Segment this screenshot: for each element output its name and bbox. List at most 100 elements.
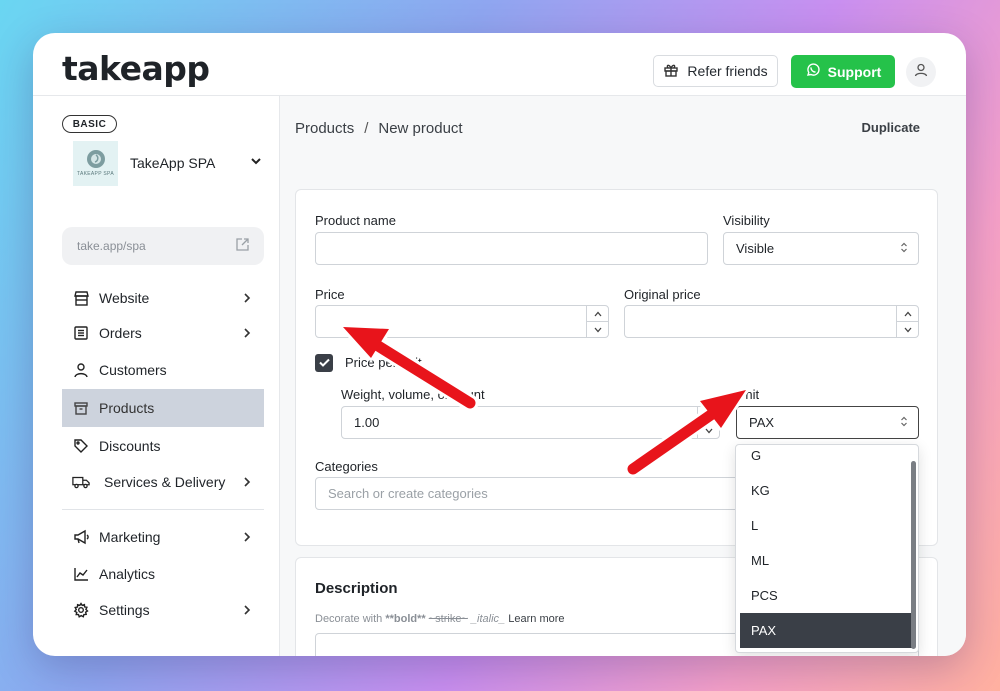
price-input[interactable] — [315, 305, 609, 338]
megaphone-icon — [72, 528, 90, 546]
sidebar-item-orders[interactable]: Orders — [62, 315, 264, 351]
sidebar-item-label: Orders — [99, 325, 142, 341]
sidebar-divider — [62, 509, 264, 510]
sidebar: BASIC TAKEAPP SPA TakeApp SPA take.app/s… — [33, 96, 280, 656]
unit-dropdown-menu: G KG L ML PCS PAX — [735, 444, 919, 653]
stepper-down-icon[interactable] — [698, 423, 719, 438]
stepper-down-icon[interactable] — [587, 322, 608, 337]
weight-volume-count-value: 1.00 — [354, 415, 380, 430]
unit-option-l[interactable]: L — [740, 508, 913, 543]
duplicate-button[interactable]: Duplicate — [861, 120, 920, 135]
unit-option-ml[interactable]: ML — [740, 543, 913, 578]
check-icon — [318, 354, 330, 372]
app-window: takeapp Refer friends Support BASIC TAKE… — [33, 33, 966, 656]
sidebar-item-settings[interactable]: Settings — [62, 592, 264, 628]
sidebar-item-products[interactable]: Products — [62, 389, 264, 427]
description-title: Description — [315, 580, 398, 597]
store-url-text: take.app/spa — [77, 239, 146, 253]
unit-option-g[interactable]: G — [740, 445, 913, 473]
gift-icon — [663, 62, 679, 81]
chevron-down-icon — [249, 154, 263, 173]
breadcrumb-current: New product — [378, 120, 463, 137]
gear-icon — [72, 601, 90, 619]
whatsapp-icon — [805, 62, 821, 81]
unit-value: PAX — [749, 415, 775, 430]
chevron-right-icon — [242, 530, 252, 546]
sidebar-item-label: Customers — [99, 362, 167, 378]
select-arrows-icon — [900, 415, 908, 430]
store-logo-caption: TAKEAPP SPA — [77, 171, 114, 177]
weight-volume-count-input[interactable]: 1.00 — [341, 406, 720, 439]
sidebar-item-discounts[interactable]: Discounts — [62, 428, 264, 464]
store-name: TakeApp SPA — [130, 155, 216, 171]
refer-friends-button[interactable]: Refer friends — [653, 55, 778, 87]
breadcrumb-products-link[interactable]: Products — [295, 120, 354, 137]
store-switcher[interactable]: TAKEAPP SPA TakeApp SPA — [73, 140, 263, 186]
store-logo-mark-icon — [86, 150, 105, 168]
categories-label: Categories — [315, 459, 378, 474]
unit-select[interactable]: PAX — [736, 406, 919, 439]
sidebar-item-marketing[interactable]: Marketing — [62, 519, 264, 555]
price-per-unit-checkbox[interactable] — [315, 354, 333, 372]
hint-italic: _italic_ — [470, 613, 506, 625]
description-hint: Decorate with **bold** ~strike~ _italic_… — [315, 613, 565, 625]
plan-badge: BASIC — [62, 115, 117, 133]
sidebar-item-label: Settings — [99, 602, 150, 618]
chevron-right-icon — [242, 326, 252, 342]
store-url-link[interactable]: take.app/spa — [62, 227, 264, 265]
unit-label: Unit — [736, 387, 760, 402]
stepper-up-icon[interactable] — [897, 306, 918, 322]
app-logo[interactable]: takeapp — [62, 49, 210, 88]
sidebar-item-label: Analytics — [99, 566, 156, 582]
chevron-right-icon — [242, 291, 252, 307]
sidebar-item-label: Discounts — [99, 438, 161, 454]
price-label: Price — [315, 287, 345, 302]
chevron-right-icon — [242, 603, 252, 619]
support-button[interactable]: Support — [791, 55, 895, 88]
truck-icon — [72, 473, 90, 491]
account-button[interactable] — [906, 57, 936, 87]
box-icon — [72, 399, 90, 417]
breadcrumb: Products / New product — [295, 120, 463, 137]
sidebar-item-customers[interactable]: Customers — [62, 352, 264, 388]
support-label: Support — [827, 63, 882, 80]
sidebar-item-analytics[interactable]: Analytics — [62, 556, 264, 592]
product-name-input[interactable] — [315, 232, 708, 265]
visibility-value: Visible — [736, 241, 775, 256]
top-bar: takeapp Refer friends Support — [33, 33, 966, 96]
user-icon — [913, 62, 929, 83]
tag-icon — [72, 437, 90, 455]
sidebar-item-label: Services & Delivery — [104, 474, 226, 490]
weight-volume-count-label: Weight, volume, or count — [341, 387, 485, 402]
unit-option-kg[interactable]: KG — [740, 473, 913, 508]
stepper-down-icon[interactable] — [897, 322, 918, 337]
visibility-select[interactable]: Visible — [723, 232, 919, 265]
learn-more-link[interactable]: Learn more — [508, 613, 564, 625]
original-price-stepper[interactable] — [896, 306, 918, 337]
sidebar-item-label: Products — [99, 400, 155, 416]
price-per-unit-label[interactable]: Price per unit — [345, 355, 422, 370]
hint-bold: **bold** — [385, 613, 426, 625]
list-icon — [72, 324, 90, 342]
sidebar-item-label: Marketing — [99, 529, 161, 545]
weight-stepper[interactable] — [697, 407, 719, 438]
refer-friends-label: Refer friends — [687, 63, 768, 79]
storefront-icon — [72, 289, 90, 307]
sidebar-item-website[interactable]: Website — [62, 280, 264, 316]
user-icon — [72, 361, 90, 379]
hint-prefix: Decorate with — [315, 613, 383, 625]
unit-option-pax[interactable]: PAX — [740, 613, 913, 648]
original-price-input[interactable] — [624, 305, 919, 338]
sidebar-item-services-delivery[interactable]: Services & Delivery — [62, 464, 264, 500]
original-price-label: Original price — [624, 287, 701, 302]
dropdown-scrollbar[interactable] — [911, 461, 916, 649]
stepper-up-icon[interactable] — [587, 306, 608, 322]
store-logo: TAKEAPP SPA — [73, 140, 118, 186]
breadcrumb-separator: / — [364, 120, 369, 137]
unit-option-pcs[interactable]: PCS — [740, 578, 913, 613]
select-arrows-icon — [900, 241, 908, 256]
visibility-label: Visibility — [723, 213, 770, 228]
price-stepper[interactable] — [586, 306, 608, 337]
external-link-icon — [235, 237, 250, 255]
stepper-up-icon[interactable] — [698, 407, 719, 423]
